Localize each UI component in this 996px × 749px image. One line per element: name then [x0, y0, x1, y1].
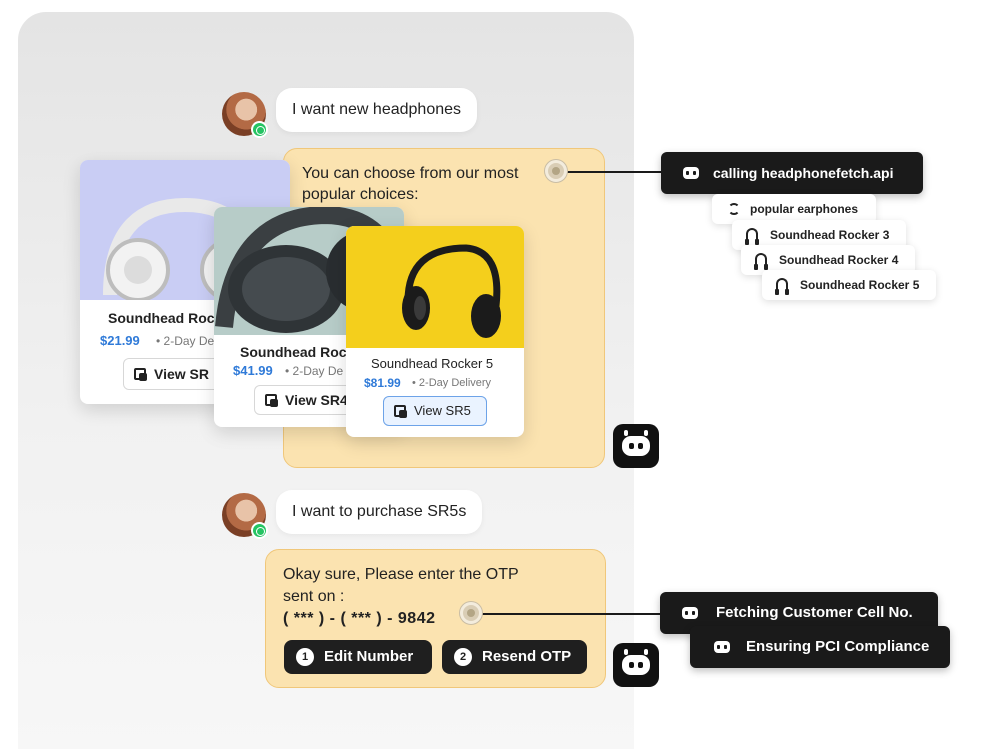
bot-icon: [682, 607, 698, 619]
sync-icon: [728, 203, 740, 215]
bot-message-text: You can choose from our most popular cho…: [302, 165, 519, 203]
view-product-icon: [265, 394, 278, 407]
bot-icon: [683, 167, 699, 179]
view-product-button[interactable]: View SR5: [383, 396, 487, 426]
product-name: Soundhead Rock: [240, 344, 355, 360]
product-delivery: • 2-Day De: [285, 364, 344, 378]
edit-number-button[interactable]: 1 Edit Number: [284, 640, 432, 674]
status-tag: Ensuring PCI Compliance: [690, 626, 950, 668]
bot-icon: [714, 641, 730, 653]
headphones-image: [346, 226, 524, 348]
product-price: $81.99: [364, 376, 401, 390]
user-message: I want new headphones: [276, 88, 478, 132]
headphones-icon: [754, 253, 768, 270]
chat-illustration: I want new headphones You can choose fro…: [0, 0, 996, 749]
otp-message-bubble: Okay sure, Please enter the OTP sent on …: [265, 549, 606, 688]
bot-icon: [613, 424, 659, 468]
product-delivery: • 2-Day Delivery: [412, 377, 492, 389]
api-result-tag: Soundhead Rocker 5: [762, 270, 936, 300]
connector-line: [560, 171, 662, 173]
product-name: Soundhead Rocker 5: [371, 356, 494, 371]
product-delivery: • 2-Day Deli: [156, 334, 220, 348]
product-card-sr5[interactable]: Soundhead Rocker 5 $81.99 • 2-Day Delive…: [346, 226, 524, 437]
product-price: $21.99: [100, 333, 140, 348]
user-message: I want to purchase SR5s: [276, 490, 483, 534]
view-product-icon: [394, 405, 407, 418]
headphones-icon: [745, 228, 759, 245]
whatsapp-icon: [251, 522, 268, 539]
resend-otp-button[interactable]: 2 Resend OTP: [442, 640, 587, 674]
connector-line: [475, 613, 665, 615]
connector-dot: [545, 160, 567, 182]
connector-dot: [460, 602, 482, 624]
api-call-tag: calling headphonefetch.api: [661, 152, 923, 194]
masked-phone: ( *** ) - ( *** ) - 9842: [283, 610, 436, 627]
product-price: $41.99: [233, 363, 273, 378]
product-name: Soundhead Roc: [108, 310, 215, 326]
otp-message-text: Okay sure, Please enter the OTP sent on …: [283, 564, 519, 630]
whatsapp-icon: [251, 121, 268, 138]
bot-icon: [613, 643, 659, 687]
view-product-icon: [134, 368, 147, 381]
headphones-icon: [775, 278, 789, 295]
